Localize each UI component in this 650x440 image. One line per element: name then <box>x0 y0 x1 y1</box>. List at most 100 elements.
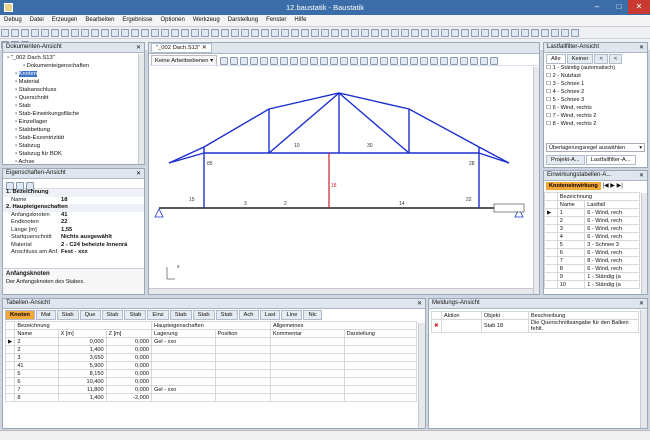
property-row[interactable]: Anschluss am Anf. Fest - xxx <box>3 249 144 257</box>
loadcase-item[interactable]: ☐ 3 - Schnee 1 <box>546 80 645 88</box>
checkbox-icon[interactable]: ☐ <box>546 121 553 127</box>
editor-tool-icon[interactable] <box>389 57 398 65</box>
column-header[interactable]: Name <box>14 329 59 338</box>
toolbar-button-icon[interactable] <box>121 29 129 37</box>
table-cell[interactable] <box>150 369 216 378</box>
minimize-button[interactable]: – <box>586 0 608 14</box>
table-cell[interactable]: 8 <box>556 264 586 273</box>
table-row[interactable]: ▶ 1 6 - Wind, rech <box>544 208 640 217</box>
table-cell[interactable]: 4 <box>556 232 586 241</box>
toolbar-button-icon[interactable] <box>281 29 289 37</box>
table-cell[interactable]: 0,000 <box>105 337 152 346</box>
property-row[interactable]: Startquerschnitt Nichts ausgewählt <box>3 234 144 242</box>
table-cell[interactable]: 3,650 <box>57 353 107 362</box>
close-icon[interactable]: ✕ <box>417 300 422 307</box>
table-row[interactable]: 66 - Wind, rech <box>544 248 640 257</box>
maximize-button[interactable]: □ <box>608 0 630 14</box>
table-cell[interactable]: 6 - Wind, rech <box>584 208 640 217</box>
table-cell[interactable]: 6 <box>556 248 586 257</box>
table-cell[interactable]: 8 - Wind, rech <box>584 256 640 265</box>
editor-tool-icon[interactable] <box>279 57 288 65</box>
table-tab[interactable]: Stab <box>215 310 238 320</box>
loadcase-item[interactable]: ☐ 2 - Nutzlast <box>546 72 645 80</box>
tab-document[interactable]: "_002 Dach.S13" ✕ <box>151 43 212 53</box>
toolbar-button-icon[interactable] <box>21 29 29 37</box>
table-cell[interactable]: 11,800 <box>57 385 107 394</box>
table-cell[interactable] <box>269 337 345 346</box>
menu-item-3[interactable]: Bearbeiten <box>81 15 118 25</box>
tree-item[interactable]: ▪ Stabbettung <box>5 126 142 134</box>
table-cell[interactable]: 1 <box>556 208 586 217</box>
section-bezeichnung[interactable]: 1. Bezeichnung <box>3 189 49 197</box>
table-cell[interactable]: 2 <box>14 345 59 354</box>
editor-tool-icon[interactable] <box>219 57 228 65</box>
table-cell[interactable]: 8,150 <box>57 369 107 378</box>
loadcase-item[interactable]: ☐ 8 - Wind, rechts 2 <box>546 120 645 128</box>
table-cell[interactable] <box>214 369 271 378</box>
table-tab[interactable]: Stab <box>192 310 215 320</box>
toolbar-button-icon[interactable] <box>491 29 499 37</box>
tree-item[interactable]: ▪ Querschnitt <box>5 94 142 102</box>
toolbar-button-icon[interactable] <box>231 29 239 37</box>
table-row[interactable]: ▶ 2 0,000 0,000 Gel - xxo <box>4 337 418 346</box>
table-tab[interactable]: Stab <box>169 310 192 320</box>
table-cell[interactable] <box>269 369 345 378</box>
table-cell[interactable] <box>343 393 418 402</box>
column-header[interactable]: Kommentar <box>269 329 345 338</box>
tree-item[interactable]: ▪ Stab <box>5 102 142 110</box>
table-cell[interactable]: 0,000 <box>105 377 152 386</box>
menu-item-0[interactable]: Debug <box>0 15 26 25</box>
editor-tool-icon[interactable] <box>339 57 348 65</box>
checkbox-icon[interactable]: ☐ <box>546 113 553 119</box>
tree-scrollbar[interactable] <box>138 54 144 164</box>
property-row[interactable]: Material 2 - C24 beheizte Innenrä <box>3 242 144 250</box>
table-tab[interactable]: Line <box>281 310 303 320</box>
workspace-select[interactable]: Keine Arbeitsebenen ▾ <box>151 55 218 65</box>
table-row[interactable]: 41 5,900 0,000 <box>4 361 418 370</box>
table-cell[interactable]: 6 - Wind, rech <box>584 224 640 233</box>
toolbar-button-icon[interactable] <box>1 29 9 37</box>
checkbox-icon[interactable]: ☐ <box>546 97 553 103</box>
toolbar-button-icon[interactable] <box>561 29 569 37</box>
toolbar-button-icon[interactable] <box>191 29 199 37</box>
menu-item-2[interactable]: Erzeugen <box>48 15 82 25</box>
table-cell[interactable]: 6 - Wind, rech <box>584 216 640 225</box>
table-row[interactable]: 8 1,400 -2,000 <box>4 393 418 402</box>
toolbar-button-icon[interactable] <box>141 29 149 37</box>
editor-tool-icon[interactable] <box>259 57 268 65</box>
menu-item-4[interactable]: Ergebnisse <box>118 15 156 25</box>
table-cell[interactable] <box>150 353 216 362</box>
toolbar-button-icon[interactable] <box>171 29 179 37</box>
tree-item[interactable]: ▪ Achse <box>5 158 142 166</box>
table-cell[interactable] <box>150 361 216 370</box>
tree-item[interactable]: ▪ Stab-Exzentrizität <box>5 134 142 142</box>
editor-tool-icon[interactable] <box>299 57 308 65</box>
loadcase-item[interactable]: ☐ 7 - Wind, rechts 2 <box>546 112 645 120</box>
editor-tool-icon[interactable] <box>449 57 458 65</box>
table-cell[interactable] <box>214 361 271 370</box>
editor-tool-icon[interactable] <box>469 57 478 65</box>
toolbar-button-icon[interactable] <box>411 29 419 37</box>
loadcase-item[interactable]: ☐ 1 - Ständig (automatisch) <box>546 64 645 72</box>
toolbar-button-icon[interactable] <box>361 29 369 37</box>
tree-item[interactable]: ▪ Knoten <box>5 70 142 78</box>
table-cell[interactable]: 6 - Wind, rech <box>584 264 640 273</box>
toolbar-button-icon[interactable] <box>41 29 49 37</box>
table-cell[interactable]: 0,000 <box>57 337 107 346</box>
toolbar-button-icon[interactable] <box>71 29 79 37</box>
toolbar-button-icon[interactable] <box>471 29 479 37</box>
table-cell[interactable] <box>214 345 271 354</box>
table-cell[interactable]: 3 <box>14 353 59 362</box>
nav-arrows-icon[interactable]: |◀ ▶ ▶| <box>602 183 622 189</box>
table-cell[interactable]: 0,000 <box>105 369 152 378</box>
table-row[interactable]: 10 1 - Ständig (a <box>544 280 640 289</box>
toolbar-button-icon[interactable] <box>431 29 439 37</box>
toolbar-button-icon[interactable] <box>271 29 279 37</box>
table-cell[interactable]: 10,400 <box>57 377 107 386</box>
table-cell[interactable]: 3 - Schnee 3 <box>584 240 640 249</box>
table-cell[interactable]: 9 <box>556 272 586 281</box>
tree-item[interactable]: ▪ Stabzug <box>5 142 142 150</box>
table-cell[interactable]: 6 - Wind, rech <box>584 248 640 257</box>
table-cell[interactable] <box>269 377 345 386</box>
messages-scrollbar[interactable] <box>640 310 647 428</box>
